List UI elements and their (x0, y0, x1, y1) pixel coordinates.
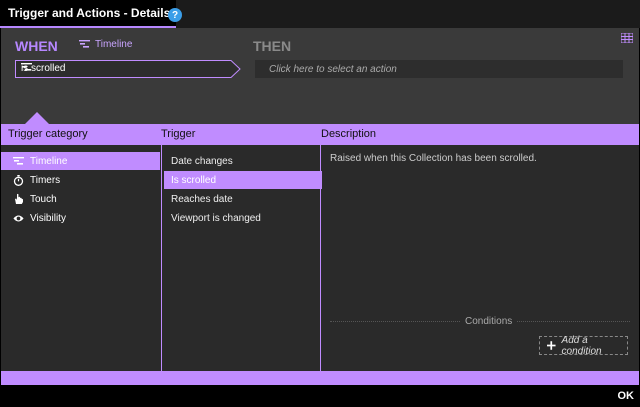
category-label: Timers (30, 174, 61, 186)
when-then-panel: WHEN Timeline THEN is scrolled Click her… (1, 28, 639, 124)
add-condition-label: Add a condition (561, 334, 602, 357)
trigger-item-viewport-is-changed[interactable]: Viewport is changed (164, 209, 322, 227)
bottom-bar: OK (0, 385, 640, 407)
category-item-visibility[interactable]: Visibility (1, 209, 160, 227)
hand-icon (15, 193, 23, 204)
table-view-icon[interactable] (621, 33, 633, 43)
eye-icon (13, 215, 24, 221)
category-item-timeline[interactable]: Timeline (1, 152, 160, 170)
category-label: Touch (30, 193, 57, 205)
window-title-tab: Trigger and Actions - Details (0, 0, 177, 28)
when-label: WHEN (15, 38, 58, 54)
conditions-label: Conditions (461, 316, 517, 327)
description-panel: Raised when this Collection has been scr… (322, 145, 639, 371)
title-bar: Trigger and Actions - Details ? (0, 0, 640, 28)
category-item-timers[interactable]: Timers (1, 171, 160, 189)
trigger-list: Date changes Is scrolled Reaches date Vi… (161, 145, 322, 371)
ok-button[interactable]: OK (618, 390, 635, 402)
trigger-category-header: Trigger category (8, 128, 88, 140)
help-icon[interactable]: ? (168, 8, 182, 22)
window-title: Trigger and Actions - Details (8, 6, 171, 20)
timeline-icon (13, 156, 24, 165)
stopwatch-icon (13, 174, 24, 186)
category-label: Visibility (30, 212, 66, 224)
when-scope: Timeline (79, 39, 132, 50)
selected-trigger-box[interactable]: is scrolled (15, 60, 241, 78)
description-header: Description (321, 128, 377, 140)
category-item-touch[interactable]: Touch (1, 190, 160, 208)
add-condition-button[interactable]: Add a condition (539, 334, 628, 357)
trigger-item-reaches-date[interactable]: Reaches date (164, 190, 322, 208)
column-header-bar: Trigger category Trigger Description (1, 124, 639, 145)
footer-accent-bar (1, 371, 639, 385)
description-text: Raised when this Collection has been scr… (330, 153, 537, 164)
plus-icon (547, 341, 556, 350)
trigger-item-is-scrolled[interactable]: Is scrolled (164, 171, 322, 189)
then-label: THEN (253, 38, 292, 54)
when-scope-label: Timeline (95, 39, 133, 50)
trigger-item-date-changes[interactable]: Date changes (164, 152, 322, 170)
action-placeholder: Click here to select an action (269, 64, 397, 75)
category-label: Timeline (30, 155, 68, 167)
timeline-icon (79, 40, 90, 48)
timeline-icon (21, 63, 32, 71)
trigger-header: Trigger (161, 128, 196, 140)
details-columns: Timeline Timers Touch Visibility Date ch (1, 145, 639, 371)
action-selector[interactable]: Click here to select an action (255, 60, 623, 78)
trigger-category-list: Timeline Timers Touch Visibility (1, 145, 160, 371)
selection-pointer (25, 112, 49, 124)
